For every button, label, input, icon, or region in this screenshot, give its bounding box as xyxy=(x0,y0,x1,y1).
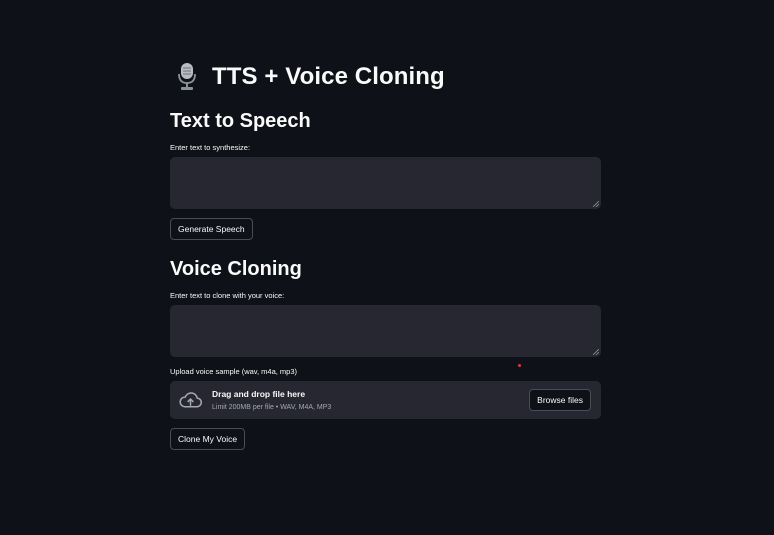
studio-microphone-icon xyxy=(178,63,196,90)
status-dot xyxy=(518,364,521,367)
dropzone-limit-text: Limit 200MB per file • WAV, M4A, MP3 xyxy=(212,404,332,411)
voice-cloning-heading: Voice Cloning xyxy=(170,258,302,280)
clone-my-voice-button[interactable]: Clone My Voice xyxy=(170,428,246,450)
clone-input-label: Enter text to clone with your voice: xyxy=(170,291,285,300)
page-title: TTS + Voice Cloning xyxy=(212,63,445,90)
dropzone-title: Drag and drop file here xyxy=(212,389,306,399)
app-page: TTS + Voice Cloning Text to Speech Enter… xyxy=(0,0,774,535)
clone-text-input[interactable] xyxy=(170,305,601,357)
tts-input-label: Enter text to synthesize: xyxy=(170,143,251,152)
file-dropzone[interactable]: Drag and drop file here Limit 200MB per … xyxy=(170,381,601,419)
cloud-upload-icon xyxy=(179,392,202,408)
generate-speech-button[interactable]: Generate Speech xyxy=(170,218,253,240)
title-row: TTS + Voice Cloning xyxy=(176,62,445,92)
upload-label: Upload voice sample (wav, m4a, mp3) xyxy=(170,367,297,376)
tts-text-input[interactable] xyxy=(170,157,601,209)
resize-grip-icon[interactable] xyxy=(593,201,599,207)
tts-heading: Text to Speech xyxy=(170,110,311,132)
resize-grip-icon[interactable] xyxy=(593,349,599,355)
browse-files-button[interactable]: Browse files xyxy=(529,389,591,411)
